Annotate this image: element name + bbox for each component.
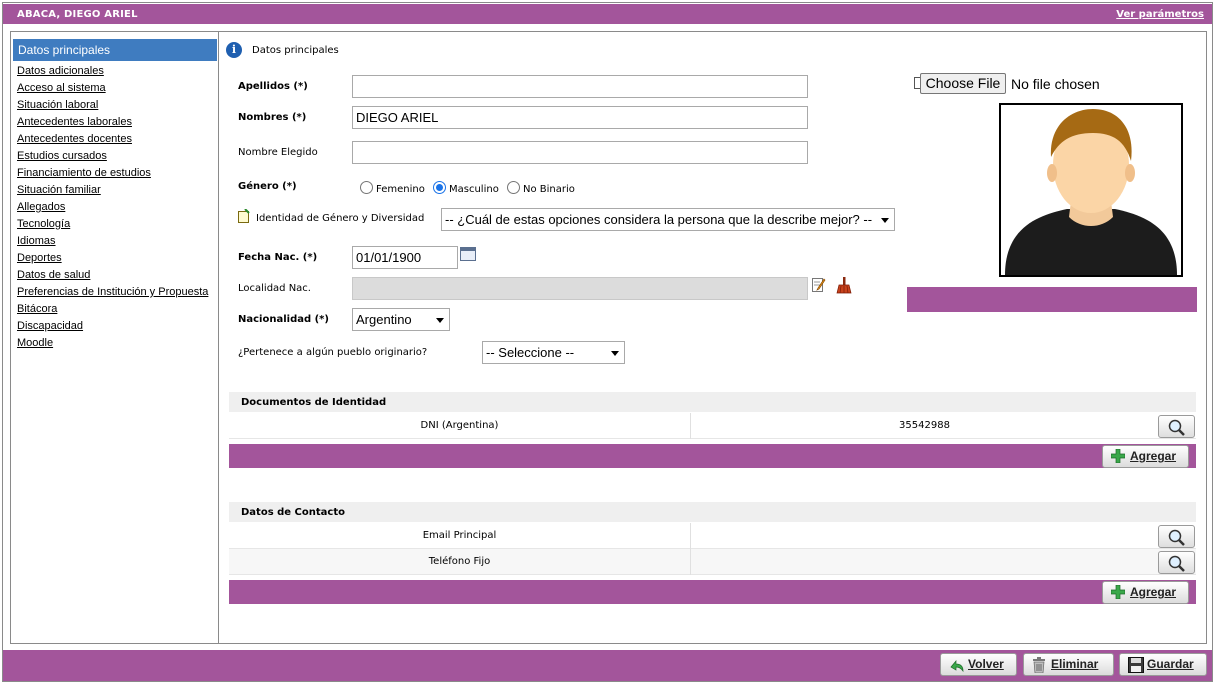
clear-broom-icon[interactable] [836, 277, 852, 294]
genero-femenino-label: Femenino [376, 184, 425, 195]
nombre-elegido-input[interactable] [352, 141, 808, 164]
pueblo-originario-label: ¿Pertenece a algún pueblo originario? [238, 347, 428, 358]
agregar-contacto-button[interactable]: Agregar [1102, 581, 1189, 604]
nombre-elegido-label: Nombre Elegido [238, 147, 318, 158]
nombres-input[interactable]: DIEGO ARIEL [352, 106, 808, 129]
no-file-chosen-text: No file chosen [1011, 76, 1100, 92]
sidebar-menu: Datos adicionales Acceso al sistema Situ… [17, 64, 208, 353]
sidebar-item-tecnologia[interactable]: Tecnología [17, 217, 208, 234]
contacto-valor-cell [692, 549, 1157, 575]
localidad-nac-label: Localidad Nac. [238, 283, 311, 294]
note-edit-icon [238, 209, 250, 223]
apellidos-label: Apellidos (*) [238, 81, 308, 92]
genero-masculino-label: Masculino [449, 184, 499, 195]
sidebar-item-moodle[interactable]: Moodle [17, 336, 208, 353]
nacionalidad-label: Nacionalidad (*) [238, 314, 329, 325]
sidebar-item-datos-adicionales[interactable]: Datos adicionales [17, 64, 208, 81]
photo-toolbar-bar [907, 287, 1197, 312]
chevron-down-icon [611, 351, 619, 356]
trash-icon [1033, 657, 1045, 673]
edit-icon[interactable] [812, 277, 826, 293]
genero-masculino-radio[interactable] [433, 181, 446, 194]
nacionalidad-select[interactable]: Argentino [352, 308, 450, 331]
pueblo-originario-value: -- Seleccione -- [486, 345, 575, 360]
documentos-toolbar: Agregar [229, 444, 1196, 468]
apellidos-input[interactable] [352, 75, 808, 98]
content-area: i Datos principales Apellidos (*) Nombre… [218, 31, 1208, 644]
search-icon [1168, 529, 1185, 546]
view-contacto-button[interactable] [1158, 525, 1195, 548]
fecha-nac-label: Fecha Nac. (*) [238, 252, 318, 263]
guardar-label: Guardar [1147, 657, 1194, 671]
sidebar-item-acceso-sistema[interactable]: Acceso al sistema [17, 81, 208, 98]
sidebar-item-discapacidad[interactable]: Discapacidad [17, 319, 208, 336]
pueblo-originario-select[interactable]: -- Seleccione -- [482, 341, 625, 364]
profile-photo [999, 103, 1183, 277]
contacto-tipo-cell: Teléfono Fijo [229, 549, 691, 575]
sidebar: Datos principales Datos adicionales Acce… [11, 32, 219, 643]
section-title: Datos principales [252, 45, 339, 56]
nombres-label: Nombres (*) [238, 112, 307, 123]
localidad-nac-input [352, 277, 808, 300]
table-row: Email Principal [229, 523, 1196, 549]
genero-no-binario-radio[interactable] [507, 181, 520, 194]
ver-parametros-link[interactable]: Ver parámetros [1116, 9, 1204, 20]
identidad-genero-label: Identidad de Género y Diversidad [256, 213, 425, 224]
documento-numero-cell: 35542988 [899, 420, 950, 431]
documento-tipo-cell: DNI (Argentina) [229, 413, 691, 439]
contacto-header: Datos de Contacto [229, 502, 1196, 522]
sidebar-item-antecedentes-laborales[interactable]: Antecedentes laborales [17, 115, 208, 132]
sidebar-item-idiomas[interactable]: Idiomas [17, 234, 208, 251]
contacto-toolbar: Agregar [229, 580, 1196, 604]
volver-label: Volver [968, 657, 1004, 671]
search-icon [1168, 419, 1185, 436]
genero-femenino-radio[interactable] [360, 181, 373, 194]
person-name-title: ABACA, DIEGO ARIEL [17, 9, 138, 20]
chevron-down-icon [436, 318, 444, 323]
header-bar: ABACA, DIEGO ARIEL Ver parámetros [3, 4, 1212, 24]
genero-label: Género (*) [238, 181, 297, 192]
agregar-contacto-label: Agregar [1130, 585, 1177, 599]
sidebar-item-situacion-laboral[interactable]: Situación laboral [17, 98, 208, 115]
sidebar-item-antecedentes-docentes[interactable]: Antecedentes docentes [17, 132, 208, 149]
plus-icon [1111, 585, 1125, 599]
contacto-tipo-cell: Email Principal [229, 523, 691, 549]
search-icon [1168, 555, 1185, 572]
sidebar-item-situacion-familiar[interactable]: Situación familiar [17, 183, 208, 200]
identidad-genero-value: -- ¿Cuál de estas opciones considera la … [445, 212, 873, 227]
sidebar-item-bitacora[interactable]: Bitácora [17, 302, 208, 319]
plus-icon [1111, 449, 1125, 463]
save-disk-icon [1128, 657, 1144, 673]
agregar-documento-label: Agregar [1130, 449, 1177, 463]
footer-bar: Volver Eliminar Guardar [3, 650, 1212, 681]
view-documento-button[interactable] [1158, 415, 1195, 438]
nacionalidad-value: Argentino [356, 312, 412, 327]
sidebar-item-preferencias[interactable]: Preferencias de Institución y Propuesta [17, 285, 208, 302]
volver-button[interactable]: Volver [940, 653, 1017, 676]
eliminar-label: Eliminar [1051, 657, 1099, 671]
guardar-button[interactable]: Guardar [1119, 653, 1207, 676]
view-contacto-button[interactable] [1158, 551, 1195, 574]
fecha-nac-input[interactable]: 01/01/1900 [352, 246, 458, 269]
agregar-documento-button[interactable]: Agregar [1102, 445, 1189, 468]
contacto-valor-cell [692, 523, 1157, 549]
avatar-placeholder-icon [1005, 109, 1177, 275]
documentos-header: Documentos de Identidad [229, 392, 1196, 412]
sidebar-item-datos-principales[interactable]: Datos principales [13, 39, 217, 61]
calendar-icon[interactable] [460, 247, 476, 261]
genero-no-binario-label: No Binario [523, 184, 575, 195]
sidebar-item-deportes[interactable]: Deportes [17, 251, 208, 268]
identidad-genero-select[interactable]: -- ¿Cuál de estas opciones considera la … [441, 208, 895, 231]
info-icon: i [226, 42, 242, 58]
sidebar-item-datos-salud[interactable]: Datos de salud [17, 268, 208, 285]
table-row: Teléfono Fijo [229, 549, 1196, 575]
sidebar-item-allegados[interactable]: Allegados [17, 200, 208, 217]
eliminar-button[interactable]: Eliminar [1023, 653, 1114, 676]
sidebar-item-financiamiento[interactable]: Financiamiento de estudios [17, 166, 208, 183]
sidebar-item-estudios-cursados[interactable]: Estudios cursados [17, 149, 208, 166]
chevron-down-icon [881, 218, 889, 223]
choose-file-button[interactable]: Choose File [920, 73, 1006, 94]
table-row: DNI (Argentina) 35542988 [229, 413, 1196, 439]
back-arrow-icon [950, 660, 964, 673]
